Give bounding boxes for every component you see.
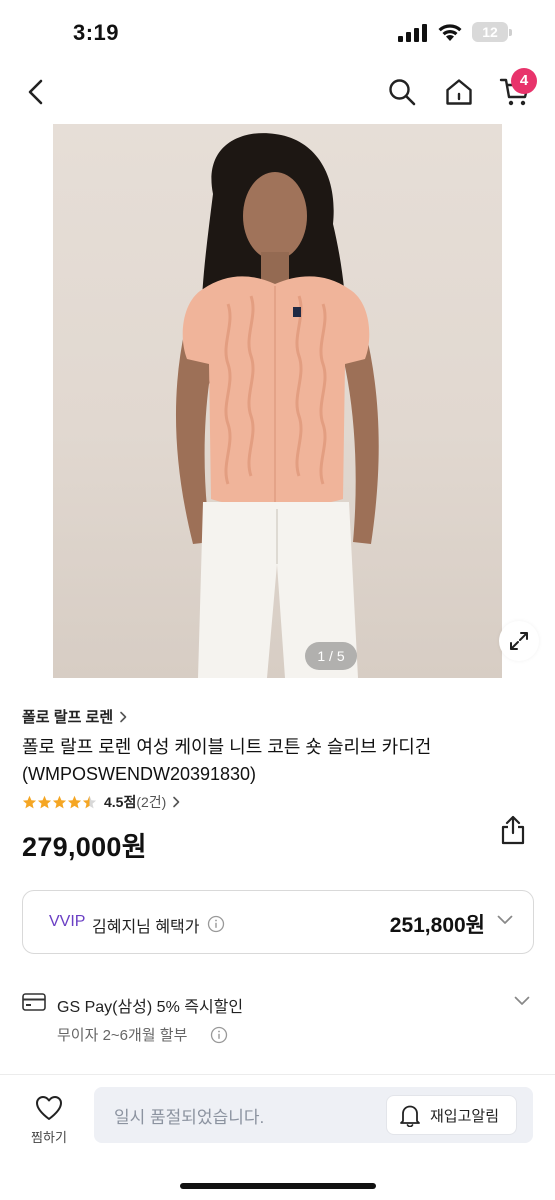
product-price: 279,000원 xyxy=(22,832,147,862)
model-illustration xyxy=(175,133,379,678)
status-time: 3:19 xyxy=(73,20,120,45)
share-button[interactable] xyxy=(496,813,530,847)
star-icon xyxy=(52,795,67,808)
battery-level: 12 xyxy=(472,22,508,42)
cellular-signal-icon xyxy=(398,24,427,42)
status-bar: 3:19 12 xyxy=(0,0,555,62)
top-nav xyxy=(0,62,555,124)
image-page-indicator: 1 / 5 xyxy=(305,642,357,670)
chevron-down-icon xyxy=(497,915,513,924)
search-button[interactable] xyxy=(384,74,420,110)
chevron-right-icon xyxy=(120,711,127,722)
restock-alert-label: 재입고알림 xyxy=(430,1107,500,1125)
brand-link[interactable]: 폴로 랄프 로렌 xyxy=(22,706,127,727)
expand-image-button[interactable] xyxy=(499,621,539,661)
home-indicator xyxy=(180,1183,376,1189)
member-price-card[interactable]: VVIP 김혜지님 혜택가 251,800원 xyxy=(22,890,534,954)
cart-count-badge: 4 xyxy=(511,68,537,94)
home-button[interactable] xyxy=(441,74,477,110)
wifi-icon xyxy=(438,24,462,41)
chevron-left-icon xyxy=(28,79,43,105)
credit-card-icon xyxy=(22,993,46,1011)
home-icon xyxy=(446,79,472,105)
expand-icon xyxy=(510,632,528,650)
wishlist-label: 찜하기 xyxy=(31,1130,67,1145)
info-icon[interactable] xyxy=(207,915,225,933)
heart-icon xyxy=(36,1096,62,1120)
star-icon xyxy=(67,795,82,808)
star-icon xyxy=(82,795,97,808)
member-benefit-label: 김혜지님 혜택가 xyxy=(92,919,200,936)
product-photo[interactable]: 1 / 5 xyxy=(53,124,502,678)
chevron-right-icon xyxy=(173,796,180,808)
wishlist-button[interactable]: 찜하기 xyxy=(22,1091,76,1147)
member-price: 251,800원 xyxy=(389,914,485,937)
restock-alert-button[interactable]: 재입고알림 xyxy=(386,1095,517,1135)
product-title-line1: 폴로 랄프 로렌 여성 케이블 니트 코튼 숏 슬리브 카디건 xyxy=(22,737,432,757)
payment-promo[interactable]: GS Pay(삼성) 5% 즉시할인 무이자 2~6개월 할부 xyxy=(22,990,534,1050)
vip-tier-label: VVIP xyxy=(49,913,86,930)
search-icon xyxy=(389,79,416,106)
star-icon xyxy=(37,795,52,808)
rating-score: 4.5점 xyxy=(104,794,137,810)
share-icon xyxy=(501,815,525,845)
soldout-notice: 일시 품절되었습니다. 재입고알림 xyxy=(94,1087,533,1143)
battery-icon: 12 xyxy=(472,22,512,42)
star-icon xyxy=(22,795,37,808)
product-image-gallery[interactable]: 1 / 5 xyxy=(0,124,555,678)
product-title: 폴로 랄프 로렌 여성 케이블 니트 코튼 숏 슬리브 카디건 (WMPOSWE… xyxy=(22,734,492,788)
rating-summary[interactable]: 4.5점 (2건) xyxy=(22,791,180,813)
bell-icon xyxy=(400,1105,420,1127)
soldout-text: 일시 품절되었습니다. xyxy=(114,1108,265,1127)
rating-count: (2건) xyxy=(136,794,167,810)
back-button[interactable] xyxy=(18,74,54,110)
payment-promo-text: GS Pay(삼성) 5% 즉시할인 xyxy=(57,999,244,1016)
star-rating xyxy=(22,795,97,810)
bottom-action-bar: 찜하기 일시 품절되었습니다. 재입고알림 xyxy=(0,1074,555,1200)
installment-text: 무이자 2~6개월 할부 xyxy=(57,1027,188,1044)
brand-name: 폴로 랄프 로렌 xyxy=(22,709,114,726)
chevron-down-icon xyxy=(514,996,530,1005)
product-title-line2: (WMPOSWENDW20391830) xyxy=(22,764,257,784)
info-icon[interactable] xyxy=(210,1026,228,1044)
